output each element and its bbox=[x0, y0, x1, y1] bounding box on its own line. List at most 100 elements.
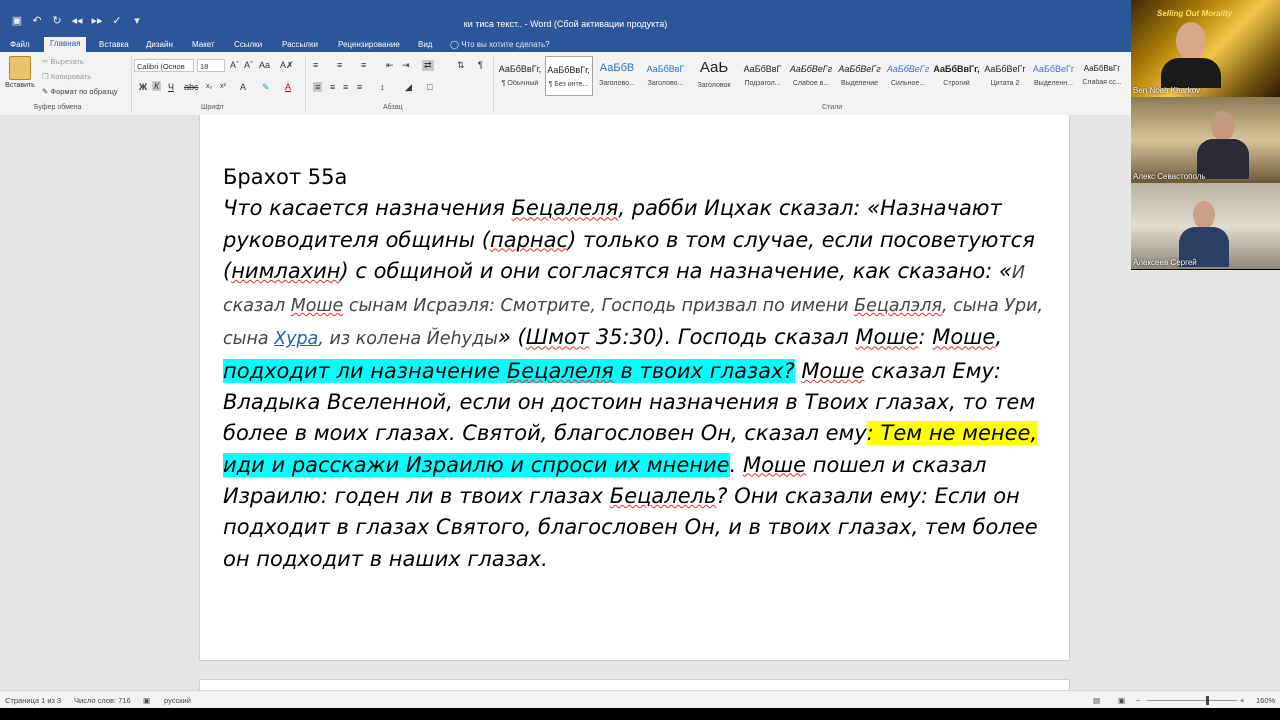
style-item[interactable]: АаБбВвГг Слабая сс... bbox=[1078, 56, 1126, 96]
style-item[interactable]: АаБбВеГг Выделенн... bbox=[1030, 56, 1078, 96]
style-name: ¶ Без инте... bbox=[548, 81, 589, 88]
page-count[interactable]: Страница 1 из 3 bbox=[5, 696, 61, 705]
tab-design[interactable]: Дизайн bbox=[146, 38, 173, 52]
text-run: Что касается назначения bbox=[223, 196, 512, 221]
pilcrow-icon[interactable]: ¶ bbox=[478, 60, 483, 70]
clipboard-group-label: Буфер обмена bbox=[34, 104, 82, 111]
superscript-icon[interactable]: x² bbox=[220, 83, 226, 90]
video-tile[interactable]: Selling Out Morality Ben Noah Kharkov bbox=[1131, 0, 1280, 97]
paragraph-group-label: Абзац bbox=[383, 104, 403, 111]
style-sample: АаБбВвГ bbox=[743, 64, 782, 74]
bullets-icon[interactable]: ≡ bbox=[313, 60, 318, 70]
change-case-icon[interactable]: Aa bbox=[259, 60, 270, 70]
tab-view[interactable]: Вид bbox=[418, 38, 432, 52]
grow-font-icon[interactable]: Aˆ bbox=[230, 60, 239, 70]
style-item[interactable]: АаБбВ Заголово... bbox=[593, 56, 641, 96]
participant-name: Ben Noah Kharkov bbox=[1133, 86, 1201, 95]
read-mode-icon[interactable]: ▤ bbox=[1093, 696, 1100, 705]
shading-icon[interactable]: ◢ bbox=[405, 82, 412, 93]
language[interactable]: русский bbox=[164, 696, 191, 705]
shrink-font-icon[interactable]: Aˇ bbox=[244, 60, 253, 70]
zoom-slider[interactable] bbox=[1147, 700, 1237, 701]
text-run: ) с общиной и они согласятся на назначен… bbox=[340, 258, 1012, 283]
style-item[interactable]: АаБбВвГ Заголово... bbox=[642, 56, 690, 96]
align-right-icon[interactable]: ≡ bbox=[343, 82, 348, 92]
text-effects-icon[interactable]: A bbox=[240, 82, 246, 92]
cut-button[interactable]: ✂ Вырезать bbox=[42, 57, 84, 66]
highlight-cyan: иди и расскажи Израилю и спроси их мнени… bbox=[223, 452, 730, 477]
decrease-indent-icon[interactable]: ⇤ bbox=[386, 60, 394, 71]
rtl-icon[interactable]: ⇄ bbox=[422, 60, 434, 71]
style-item[interactable]: АаБбВвГг, Строгий bbox=[933, 56, 981, 96]
video-tile[interactable]: Алекс Севастополь bbox=[1131, 97, 1280, 183]
highlight-cyan: подходит ли назначение bbox=[223, 358, 507, 383]
format-painter-button[interactable]: ✎ Формат по образцу bbox=[42, 87, 118, 96]
tab-home[interactable]: Главная bbox=[44, 37, 87, 52]
increase-indent-icon[interactable]: ⇥ bbox=[402, 60, 410, 71]
brush-icon: ✎ bbox=[42, 87, 49, 96]
word-window: ▣ ↶ ↻ ◂◂ ▸▸ ✓ ▾ ки тиса текст.. - Word (… bbox=[0, 0, 1280, 720]
style-item[interactable]: АаБбВвГг, ¶ Обычный bbox=[496, 56, 544, 96]
divider bbox=[131, 56, 132, 112]
strikethrough-icon[interactable]: abc bbox=[184, 82, 199, 92]
tab-layout[interactable]: Макет bbox=[192, 38, 215, 52]
align-center-icon[interactable]: ≡ bbox=[330, 82, 335, 92]
subscript-icon[interactable]: x₂ bbox=[206, 83, 212, 90]
clear-format-icon[interactable]: A✗ bbox=[280, 60, 294, 71]
zoom-level[interactable]: 160% bbox=[1256, 696, 1275, 705]
style-sample: АаБбВеГг bbox=[838, 64, 881, 74]
copy-button[interactable]: ❐ Копировать bbox=[42, 72, 91, 81]
zoom-in-icon[interactable]: + bbox=[1240, 696, 1244, 705]
sort-icon[interactable]: ⇅ bbox=[457, 60, 465, 71]
multilevel-icon[interactable]: ≡ bbox=[361, 60, 366, 70]
numbering-icon[interactable]: ≡ bbox=[337, 60, 342, 70]
style-name: Заголовок bbox=[697, 82, 731, 89]
style-name: ¶ Обычный bbox=[501, 80, 539, 87]
bold-icon[interactable]: Ж bbox=[139, 82, 147, 92]
highlight-icon[interactable]: ✎ bbox=[262, 82, 270, 93]
style-sample: АаБбВ bbox=[599, 62, 635, 74]
highlight-yellow: : Тем не менее, bbox=[866, 421, 1038, 446]
font-name-box[interactable]: Calibri (Основ bbox=[134, 59, 194, 72]
borders-icon[interactable]: □ bbox=[427, 82, 432, 92]
tell-me-text: Что вы хотите сделать? bbox=[461, 40, 550, 49]
document-text[interactable]: Брахот 55а Что касается назначения Бецал… bbox=[223, 162, 1048, 575]
tab-mailings[interactable]: Рассылки bbox=[282, 38, 318, 52]
participant-face bbox=[1211, 111, 1235, 141]
quote-run: Моше bbox=[290, 296, 344, 317]
text-run: парнас bbox=[489, 227, 569, 252]
quote-run: сынам Исраэля: Смотрите, Господь призвал… bbox=[343, 296, 855, 317]
proofing-icon[interactable]: ▣ bbox=[143, 696, 150, 705]
line-spacing-icon[interactable]: ↕ bbox=[380, 82, 385, 92]
hyperlink-khura[interactable]: Хура bbox=[274, 329, 318, 349]
paste-label: Вставить bbox=[5, 82, 35, 89]
document-page[interactable]: Брахот 55а Что касается назначения Бецал… bbox=[199, 115, 1070, 661]
zoom-slider-handle[interactable] bbox=[1205, 696, 1209, 705]
align-left-icon[interactable]: ≡ bbox=[313, 82, 323, 92]
style-sample: АаЬ bbox=[699, 59, 729, 76]
print-layout-icon[interactable]: ▣ bbox=[1118, 696, 1125, 705]
style-item[interactable]: АаБбВеГг Слабое в... bbox=[787, 56, 835, 96]
justify-icon[interactable]: ≡ bbox=[357, 82, 362, 92]
font-color-icon[interactable]: A bbox=[285, 82, 291, 92]
tab-file[interactable]: Файл bbox=[10, 38, 30, 52]
italic-icon[interactable]: К bbox=[152, 81, 162, 91]
zoom-out-icon[interactable]: − bbox=[1136, 696, 1140, 705]
tab-review[interactable]: Рецензирование bbox=[338, 38, 400, 52]
word-count[interactable]: Число слов: 716 bbox=[74, 696, 131, 705]
video-tile[interactable]: Алексеев Сергей bbox=[1131, 183, 1280, 269]
paste-button[interactable]: Вставить bbox=[4, 56, 36, 89]
tell-me-box[interactable]: ◯ Что вы хотите сделать? bbox=[450, 38, 550, 52]
copy-icon: ❐ bbox=[42, 72, 49, 81]
tab-references[interactable]: Ссылки bbox=[234, 38, 262, 52]
tab-insert[interactable]: Вставка bbox=[99, 38, 129, 52]
style-item[interactable]: АаБбВвГг, ¶ Без инте... bbox=[544, 56, 593, 96]
divider bbox=[493, 56, 494, 112]
style-item[interactable]: АаБбВвГ Подзагол... bbox=[739, 56, 787, 96]
style-item[interactable]: АаБбВеГг Выделение bbox=[836, 56, 884, 96]
style-item[interactable]: АаБбВеГг Сильное... bbox=[884, 56, 932, 96]
style-item[interactable]: АаБбВеГг Цитата 2 bbox=[981, 56, 1029, 96]
style-item[interactable]: АаЬ Заголовок bbox=[690, 56, 738, 96]
font-size-box[interactable]: 18 bbox=[197, 59, 225, 72]
underline-icon[interactable]: Ч bbox=[168, 82, 174, 92]
